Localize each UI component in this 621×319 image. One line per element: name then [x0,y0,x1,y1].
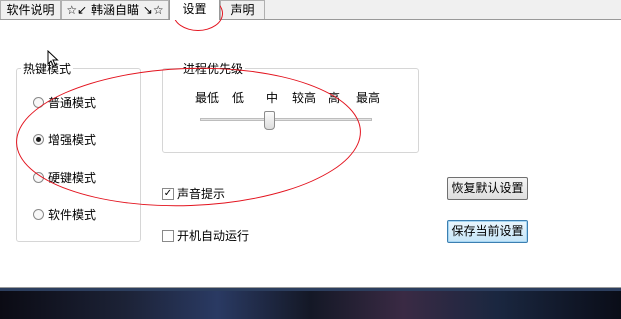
priority-slider-track[interactable] [200,118,372,121]
checkbox-label: 声音提示 [177,187,226,201]
tab-bar: 软件说明 ☆↙ 韩涵自瞄 ↘☆ 设置 声明 [0,0,621,20]
desktop-background-strip [0,288,621,319]
checkmark-icon[interactable]: ✓ [162,187,174,200]
radio-circle-icon[interactable] [33,209,44,220]
process-priority-title: 进程优先级 [181,60,246,77]
tab-settings[interactable]: 设置 [169,0,220,20]
priority-tick-highest: 最高 [356,91,381,105]
priority-tick-above-normal: 较高 [292,91,317,105]
radio-label: 硬键模式 [48,171,97,185]
radio-normal-mode[interactable]: 普通模式 [33,94,96,111]
checkbox-empty-icon[interactable] [162,229,174,242]
priority-slider-thumb[interactable] [264,111,275,130]
checkbox-label: 开机自动运行 [177,229,250,243]
tab-statement[interactable]: 声明 [220,0,265,19]
priority-tick-normal: 中 [266,91,279,105]
priority-tick-low: 低 [232,91,245,105]
radio-label: 增强模式 [48,133,97,147]
radio-software-mode[interactable]: 软件模式 [33,206,96,223]
tab-aim[interactable]: ☆↙ 韩涵自瞄 ↘☆ [61,0,169,19]
radio-circle-icon[interactable] [33,172,44,183]
radio-label: 普通模式 [48,96,97,110]
mouse-pointer-icon [47,50,59,68]
radio-label: 软件模式 [48,208,97,222]
process-priority-group [162,68,419,153]
restore-default-button[interactable]: 恢复默认设置 [447,177,528,200]
priority-tick-lowest: 最低 [195,91,220,105]
autostart-checkbox[interactable]: 开机自动运行 [162,227,249,244]
radio-circle-icon[interactable] [33,97,44,108]
save-current-button[interactable]: 保存当前设置 [447,220,528,243]
sound-prompt-checkbox[interactable]: ✓ 声音提示 [162,185,225,202]
radio-hard-key-mode[interactable]: 硬键模式 [33,169,96,186]
priority-tick-high: 高 [328,91,341,105]
radio-enhanced-mode[interactable]: 增强模式 [33,131,96,148]
radio-selected-icon[interactable] [33,134,44,145]
tab-software-info[interactable]: 软件说明 [0,0,61,19]
